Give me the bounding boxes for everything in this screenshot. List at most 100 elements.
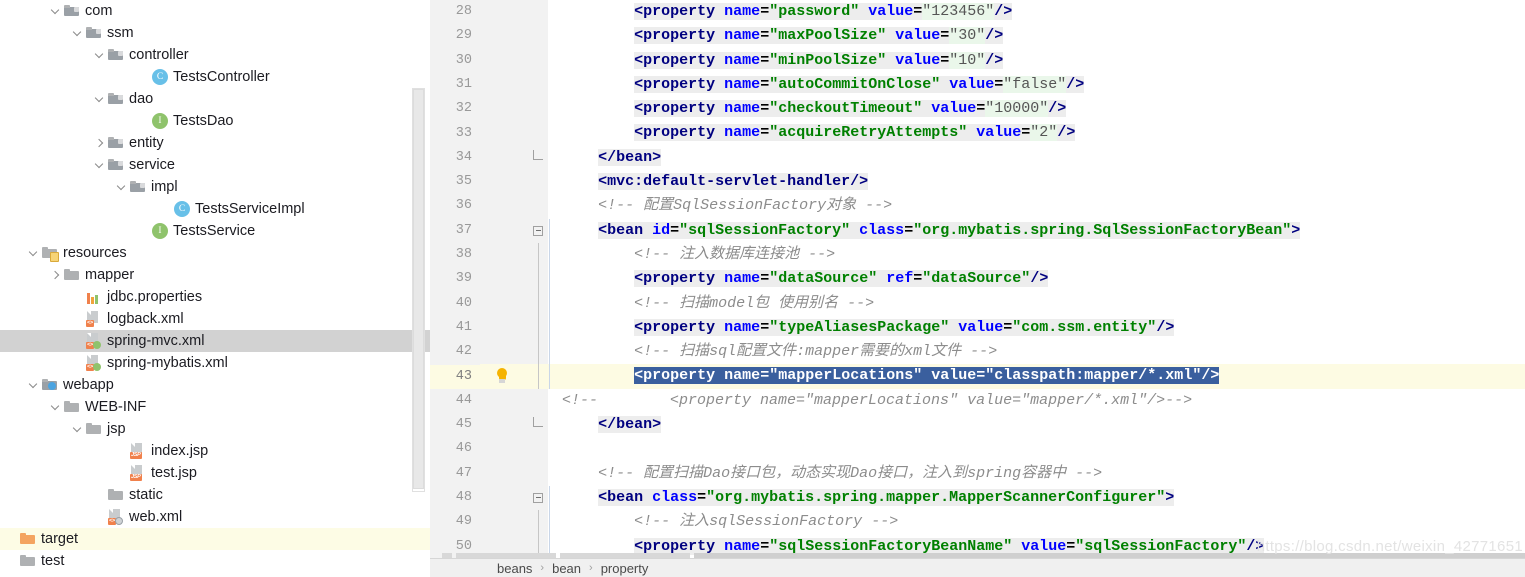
- gutter-row[interactable]: [480, 243, 528, 267]
- gutter-row[interactable]: [480, 292, 528, 316]
- tree-item-impl[interactable]: impl: [0, 176, 430, 198]
- project-tree-scrollbar-thumb[interactable]: [413, 89, 424, 489]
- chevron-down-icon[interactable]: [26, 377, 42, 393]
- gutter-row[interactable]: [480, 170, 528, 194]
- code-line[interactable]: <property name="password" value="123456"…: [548, 0, 1525, 24]
- tree-item-testsservice[interactable]: I TestsService: [0, 220, 430, 242]
- fold-row[interactable]: [528, 219, 548, 243]
- code-line[interactable]: <property name="dataSource" ref="dataSou…: [548, 267, 1525, 292]
- code-line[interactable]: <property name="autoCommitOnClose" value…: [548, 73, 1525, 97]
- tree-item-jsp[interactable]: jsp: [0, 418, 430, 440]
- editor-code-folding-strip[interactable]: [528, 0, 548, 559]
- gutter-row[interactable]: [480, 146, 528, 170]
- gutter-row[interactable]: [480, 194, 528, 218]
- code-line[interactable]: <property name="mapperLocations" value="…: [548, 364, 1525, 389]
- code-line[interactable]: <property name="checkoutTimeout" value="…: [548, 97, 1525, 121]
- tree-item-testsserviceimpl[interactable]: C TestsServiceImpl: [0, 198, 430, 220]
- gutter-row[interactable]: [480, 0, 528, 24]
- code-line[interactable]: <!-- 注入sqlSessionFactory -->: [548, 510, 1525, 535]
- tree-item-web-inf[interactable]: WEB-INF: [0, 396, 430, 418]
- fold-row[interactable]: [528, 146, 548, 170]
- gutter-row[interactable]: [480, 267, 528, 291]
- fold-row[interactable]: [528, 486, 548, 510]
- code-line[interactable]: [548, 437, 1525, 461]
- tree-item-dao[interactable]: dao: [0, 88, 430, 110]
- chevron-down-icon[interactable]: [26, 245, 42, 261]
- code-line[interactable]: <!-- 扫描model包 使用别名 -->: [548, 291, 1525, 316]
- code-line[interactable]: </bean>: [548, 146, 1525, 170]
- tree-item-web-xml[interactable]: <> web.xml: [0, 506, 430, 528]
- chevron-right-icon[interactable]: [48, 267, 64, 283]
- tree-item-jdbc-properties[interactable]: jdbc.properties: [0, 286, 430, 308]
- editor-code-area[interactable]: <property name="password" value="123456"…: [548, 0, 1525, 558]
- code-line[interactable]: </bean>: [548, 413, 1525, 437]
- chevron-down-icon[interactable]: [48, 3, 64, 19]
- code-editor-panel[interactable]: 28 29 30 31 32 33 34 35 36 37 38 39 40 41 42 43 44 45 46 47…: [430, 0, 1525, 577]
- tree-item-testscontroller[interactable]: C TestsController: [0, 66, 430, 88]
- code-line[interactable]: <!-- 扫描sql配置文件:mapper需要的xml文件 -->: [548, 340, 1525, 365]
- chevron-down-icon[interactable]: [114, 179, 130, 195]
- tree-item-test[interactable]: test: [0, 550, 430, 572]
- code-line[interactable]: <mvc:default-servlet-handler/>: [548, 170, 1525, 194]
- gutter-row[interactable]: [480, 24, 528, 48]
- fold-collapse-icon[interactable]: [533, 225, 543, 236]
- breadcrumb-item[interactable]: bean: [550, 561, 583, 576]
- gutter-row[interactable]: [480, 121, 528, 145]
- gutter-row[interactable]: [480, 364, 528, 389]
- gutter-row[interactable]: [480, 97, 528, 121]
- chevron-down-icon[interactable]: [70, 421, 86, 437]
- gutter-row[interactable]: [480, 389, 528, 413]
- gutter-row[interactable]: [480, 219, 528, 243]
- editor-icon-gutter[interactable]: [480, 0, 528, 558]
- tree-item-test-jsp[interactable]: JSP test.jsp: [0, 462, 430, 484]
- tree-item-target[interactable]: target: [0, 528, 430, 550]
- tree-item-ssm[interactable]: ssm: [0, 22, 430, 44]
- fold-row[interactable]: [528, 413, 548, 437]
- chevron-down-icon[interactable]: [92, 91, 108, 107]
- chevron-down-icon[interactable]: [48, 399, 64, 415]
- breadcrumb[interactable]: beans › bean › property: [430, 558, 1525, 577]
- gutter-row[interactable]: [480, 510, 528, 534]
- intention-bulb-icon[interactable]: [494, 368, 510, 385]
- tree-item-resources[interactable]: resources: [0, 242, 430, 264]
- tree-item-spring-mybatis-xml[interactable]: <> spring-mybatis.xml: [0, 352, 430, 374]
- chevron-down-icon[interactable]: [92, 157, 108, 173]
- chevron-down-icon[interactable]: [70, 25, 86, 41]
- code-line[interactable]: <!-- 注入数据库连接池 -->: [548, 242, 1525, 268]
- gutter-row[interactable]: [480, 413, 528, 437]
- tree-item-service[interactable]: service: [0, 154, 430, 176]
- code-line[interactable]: <bean id="sqlSessionFactory" class="org.…: [548, 218, 1525, 243]
- code-line[interactable]: <!-- 配置SqlSessionFactory对象 -->: [548, 194, 1525, 218]
- gutter-row[interactable]: [480, 437, 528, 461]
- tree-item-com[interactable]: com: [0, 0, 430, 22]
- tree-item-index-jsp[interactable]: JSP index.jsp: [0, 440, 430, 462]
- fold-collapse-icon[interactable]: [533, 492, 543, 503]
- tree-item-testsdao[interactable]: I TestsDao: [0, 110, 430, 132]
- fold-end-marker[interactable]: [533, 417, 543, 428]
- gutter-row[interactable]: [480, 340, 528, 364]
- chevron-down-icon[interactable]: [92, 47, 108, 63]
- project-tree-list[interactable]: com ssm controller C TestsController dao I Test…: [0, 0, 430, 572]
- code-line[interactable]: <!-- <property name="mapperLocations" va…: [548, 389, 1525, 413]
- chevron-right-icon[interactable]: [92, 135, 108, 151]
- code-line[interactable]: <property name="maxPoolSize" value="30"/…: [548, 24, 1525, 48]
- tree-item-spring-mvc-xml[interactable]: <> spring-mvc.xml: [0, 330, 430, 352]
- project-tree-scrollbar-track[interactable]: [412, 88, 425, 492]
- gutter-row[interactable]: [480, 486, 528, 510]
- project-tree-panel[interactable]: com ssm controller C TestsController dao I Test…: [0, 0, 430, 577]
- gutter-row[interactable]: [480, 462, 528, 486]
- code-line[interactable]: <!-- 配置扫描Dao接口包，动态实现Dao接口，注入到spring容器中 -…: [548, 462, 1525, 486]
- gutter-row[interactable]: [480, 49, 528, 73]
- tree-item-mapper[interactable]: mapper: [0, 264, 430, 286]
- code-line[interactable]: <property name="minPoolSize" value="10"/…: [548, 49, 1525, 73]
- tree-item-entity[interactable]: entity: [0, 132, 430, 154]
- code-line[interactable]: <property name="typeAliasesPackage" valu…: [548, 315, 1525, 341]
- tree-item-webapp[interactable]: webapp: [0, 374, 430, 396]
- tree-item-logback-xml[interactable]: <> logback.xml: [0, 308, 430, 330]
- code-line[interactable]: <property name="acquireRetryAttempts" va…: [548, 121, 1525, 145]
- gutter-row[interactable]: [480, 316, 528, 340]
- tree-item-controller[interactable]: controller: [0, 44, 430, 66]
- tree-item-static[interactable]: static: [0, 484, 430, 506]
- code-line[interactable]: <bean class="org.mybatis.spring.mapper.M…: [548, 485, 1525, 511]
- gutter-row[interactable]: [480, 73, 528, 97]
